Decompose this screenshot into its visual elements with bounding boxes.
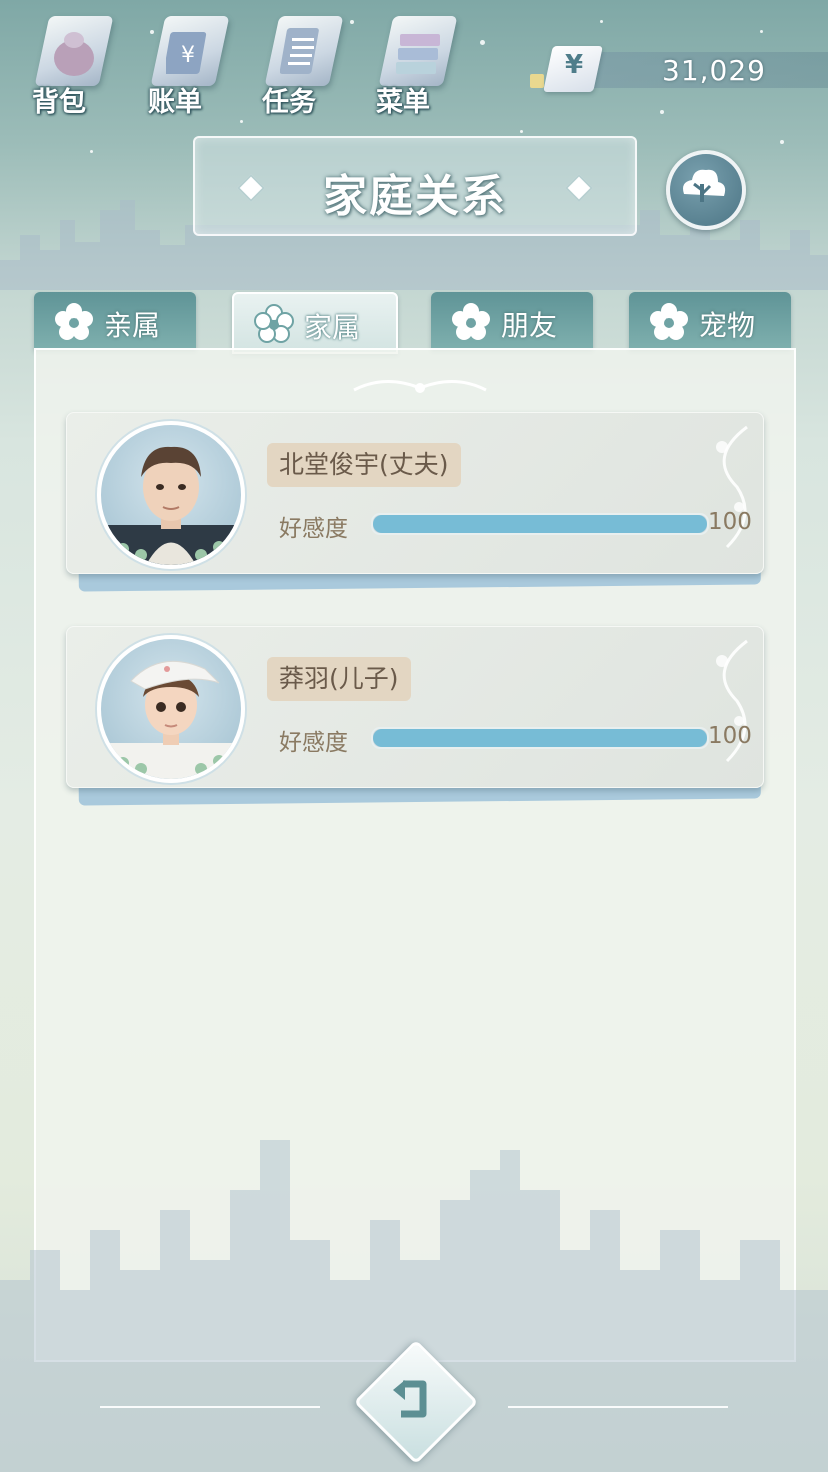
affection-label: 好感度 bbox=[279, 516, 348, 542]
svg-text:¥: ¥ bbox=[181, 43, 195, 68]
husband-portrait bbox=[101, 446, 241, 565]
bill-icon: ¥ bbox=[166, 32, 207, 74]
flower-icon bbox=[650, 303, 688, 340]
bill-button[interactable]: ¥ 账单 bbox=[140, 8, 236, 118]
cloud-tree-icon bbox=[683, 169, 726, 202]
backpack-label: 背包 bbox=[32, 87, 86, 118]
tab-friends[interactable]: 朋友 bbox=[431, 292, 593, 350]
relation-name: 莽羽(儿子) bbox=[267, 657, 411, 701]
son-portrait bbox=[101, 660, 241, 779]
affection-value: 100 bbox=[708, 509, 752, 535]
backpack-button[interactable]: 背包 bbox=[24, 8, 120, 118]
relation-card-body: 北堂俊宇(丈夫) 好感度 100 bbox=[66, 412, 764, 574]
flower-icon bbox=[452, 303, 490, 340]
cloud-tree-button[interactable] bbox=[666, 150, 746, 230]
tab-family-label: 家属 bbox=[304, 311, 361, 344]
relation-card[interactable]: 北堂俊宇(丈夫) 好感度 100 bbox=[66, 412, 764, 592]
relation-name: 北堂俊宇(丈夫) bbox=[267, 443, 461, 487]
vine-decoration bbox=[716, 425, 748, 549]
affection-value: 100 bbox=[708, 723, 752, 749]
vine-decoration bbox=[716, 639, 748, 763]
flower-icon bbox=[254, 304, 294, 343]
tab-pets[interactable]: 宠物 bbox=[629, 292, 791, 350]
tab-friends-label: 朋友 bbox=[501, 309, 558, 342]
currency-amount: 31,029 bbox=[662, 54, 766, 87]
return-arrow-icon[interactable] bbox=[383, 1370, 443, 1430]
menu-label: 菜单 bbox=[376, 87, 430, 118]
family-relations-screen: 背包 ¥ 账单 任务 菜单 ¥ 31,029 家庭关系 亲属 家属 朋友 宠物 … bbox=[0, 0, 828, 1472]
flower-icon bbox=[55, 303, 93, 340]
tab-pets-label: 宠物 bbox=[699, 309, 756, 342]
flourish-ornament bbox=[353, 379, 487, 393]
yen-symbol: ¥ bbox=[564, 50, 584, 80]
husband-avatar[interactable] bbox=[97, 421, 245, 569]
affection-fill bbox=[373, 729, 707, 747]
backpack-icon bbox=[54, 32, 94, 76]
footer-deco-left bbox=[100, 1406, 320, 1408]
affection-fill bbox=[373, 515, 707, 533]
title-panel: 家庭关系 bbox=[193, 136, 637, 236]
relation-card[interactable]: 莽羽(儿子) 好感度 100 bbox=[66, 626, 764, 806]
bill-label: 账单 bbox=[148, 87, 202, 118]
affection-bar bbox=[371, 727, 709, 749]
affection-bar bbox=[371, 513, 709, 535]
affection-label: 好感度 bbox=[279, 730, 348, 756]
footer-deco-right bbox=[508, 1406, 728, 1408]
task-icon bbox=[280, 28, 319, 74]
menu-button[interactable]: 菜单 bbox=[368, 8, 464, 118]
relation-card-body: 莽羽(儿子) 好感度 100 bbox=[66, 626, 764, 788]
son-avatar[interactable] bbox=[97, 635, 245, 783]
task-label: 任务 bbox=[262, 87, 316, 118]
currency-display: ¥ 31,029 bbox=[530, 46, 828, 92]
tab-relatives[interactable]: 亲属 bbox=[34, 292, 196, 350]
page-title: 家庭关系 bbox=[323, 171, 507, 222]
task-button[interactable]: 任务 bbox=[254, 8, 350, 118]
tab-relatives-label: 亲属 bbox=[104, 309, 161, 342]
tab-family[interactable]: 家属 bbox=[232, 292, 398, 354]
gold-marker bbox=[530, 74, 544, 88]
menu-icon bbox=[396, 34, 440, 74]
